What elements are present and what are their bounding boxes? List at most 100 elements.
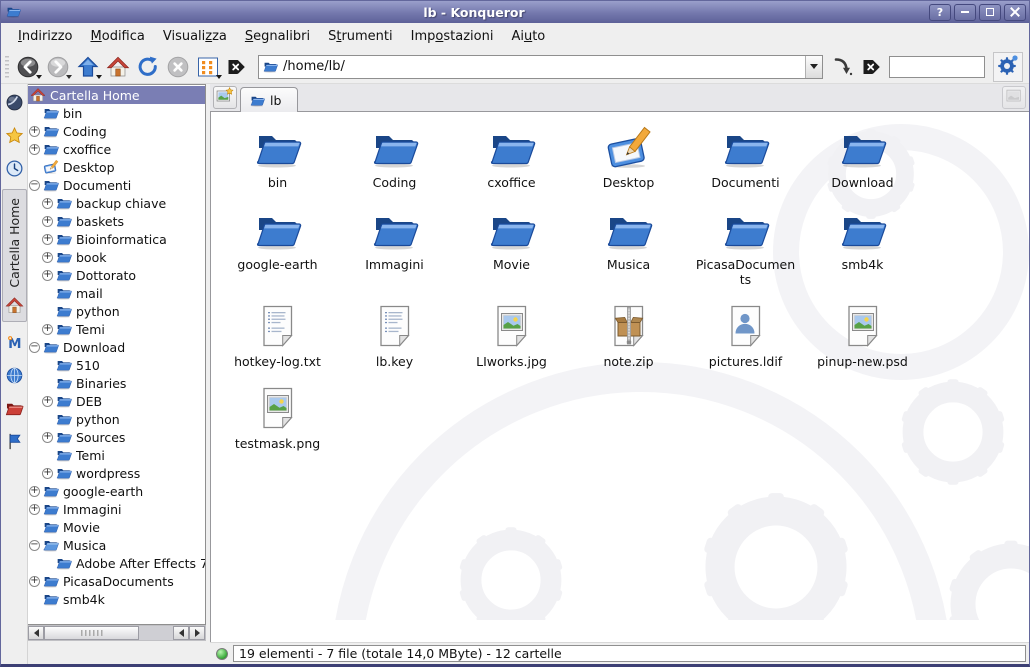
icon-view-button[interactable] bbox=[194, 53, 222, 81]
throbber-button[interactable] bbox=[993, 52, 1023, 82]
detach-tab-button[interactable] bbox=[1002, 86, 1026, 109]
file-item[interactable]: pictures.ldif bbox=[694, 303, 798, 369]
scroll-left-button-2[interactable] bbox=[173, 626, 189, 640]
tree-item[interactable]: +Immagini bbox=[28, 500, 205, 518]
file-item[interactable]: testmask.png bbox=[226, 385, 330, 451]
menu-segnalibri[interactable]: Segnalibri bbox=[236, 25, 319, 48]
back-button[interactable] bbox=[14, 53, 42, 81]
tree-expander[interactable]: + bbox=[42, 396, 53, 407]
menu-visualizza[interactable]: Visualizza bbox=[154, 25, 236, 48]
menu-modifica[interactable]: Modifica bbox=[82, 25, 154, 48]
file-item[interactable]: lb.key bbox=[343, 303, 447, 369]
file-item[interactable]: PicasaDocuments bbox=[694, 206, 798, 287]
tree-expander[interactable]: + bbox=[42, 270, 53, 281]
menu-impostazioni[interactable]: Impostazioni bbox=[402, 25, 503, 48]
location-value[interactable]: /home/lb/ bbox=[283, 59, 800, 74]
home-button[interactable] bbox=[104, 53, 132, 81]
menu-aiuto[interactable]: Aiuto bbox=[502, 25, 554, 48]
tree-expander[interactable]: + bbox=[42, 468, 53, 479]
file-item[interactable]: Movie bbox=[460, 206, 564, 287]
tree-item[interactable]: +DEB bbox=[28, 392, 205, 410]
tree-expander[interactable]: + bbox=[29, 576, 40, 587]
sidebar-tab-web[interactable] bbox=[2, 90, 26, 114]
close-button[interactable] bbox=[1004, 4, 1026, 21]
tree-expander[interactable]: − bbox=[29, 180, 40, 191]
tree-item[interactable]: Adobe After Effects 7 bbox=[28, 554, 205, 572]
sidebar-tab-metabar[interactable]: M bbox=[2, 331, 26, 355]
tree-item[interactable]: −Documenti bbox=[28, 176, 205, 194]
tree-expander[interactable]: + bbox=[29, 504, 40, 515]
maximize-button[interactable] bbox=[979, 4, 1001, 21]
tree-expander[interactable]: + bbox=[42, 198, 53, 209]
sidebar-tab-services[interactable] bbox=[2, 430, 26, 454]
scroll-left-button[interactable] bbox=[28, 626, 44, 640]
file-item[interactable]: bin bbox=[226, 124, 330, 190]
file-item[interactable]: google-earth bbox=[226, 206, 330, 287]
tree-expander[interactable]: + bbox=[42, 432, 53, 443]
search-input[interactable] bbox=[889, 56, 985, 78]
tree-item[interactable]: +backup chiave bbox=[28, 194, 205, 212]
file-item[interactable]: LIworks.jpg bbox=[460, 303, 564, 369]
stop-button[interactable] bbox=[164, 53, 192, 81]
file-item[interactable]: cxoffice bbox=[460, 124, 564, 190]
file-item[interactable]: smb4k bbox=[811, 206, 915, 287]
tree-item[interactable]: mail bbox=[28, 284, 205, 302]
tree-item[interactable]: Desktop bbox=[28, 158, 205, 176]
tree-item[interactable]: +Coding bbox=[28, 122, 205, 140]
location-dropdown-button[interactable] bbox=[805, 56, 822, 78]
tree-expander[interactable]: + bbox=[42, 216, 53, 227]
file-item[interactable]: Coding bbox=[343, 124, 447, 190]
scroll-right-button[interactable] bbox=[189, 626, 205, 640]
tree-item[interactable]: Movie bbox=[28, 518, 205, 536]
tree-expander[interactable]: − bbox=[29, 342, 40, 353]
file-item[interactable]: Desktop bbox=[577, 124, 681, 190]
tree-item[interactable]: +cxoffice bbox=[28, 140, 205, 158]
help-button[interactable]: ? bbox=[929, 4, 951, 21]
tree-item[interactable]: +book bbox=[28, 248, 205, 266]
menu-indirizzo[interactable]: Indirizzo bbox=[9, 25, 82, 48]
file-item[interactable]: Musica bbox=[577, 206, 681, 287]
tree-expander[interactable]: − bbox=[29, 540, 40, 551]
sidebar-horizontal-scrollbar[interactable] bbox=[28, 625, 206, 641]
new-tab-button[interactable] bbox=[213, 86, 237, 109]
file-item[interactable]: Documenti bbox=[694, 124, 798, 190]
tree-item[interactable]: +baskets bbox=[28, 212, 205, 230]
tree-item[interactable]: +wordpress bbox=[28, 464, 205, 482]
tree-item[interactable]: python bbox=[28, 302, 205, 320]
sidebar-tab-bookmarks[interactable] bbox=[2, 123, 26, 147]
view-tab[interactable]: lb bbox=[240, 87, 298, 112]
tree-item[interactable]: +Bioinformatica bbox=[28, 230, 205, 248]
up-button[interactable] bbox=[74, 53, 102, 81]
file-item[interactable]: hotkey-log.txt bbox=[226, 303, 330, 369]
tree-expander[interactable]: + bbox=[42, 234, 53, 245]
location-bar[interactable]: /home/lb/ bbox=[258, 55, 823, 79]
tree-item[interactable]: −Download bbox=[28, 338, 205, 356]
tree-expander[interactable]: + bbox=[29, 144, 40, 155]
tree-item[interactable]: +Temi bbox=[28, 320, 205, 338]
minimize-button[interactable] bbox=[954, 4, 976, 21]
sidebar-tab-history[interactable] bbox=[2, 156, 26, 180]
tree-item[interactable]: −Musica bbox=[28, 536, 205, 554]
tree-item[interactable]: +PicasaDocuments bbox=[28, 572, 205, 590]
sidebar-tab-root-folder[interactable] bbox=[2, 397, 26, 421]
tree-item[interactable]: Binaries bbox=[28, 374, 205, 392]
reload-button[interactable] bbox=[134, 53, 162, 81]
sidebar-tab-home-folder[interactable]: Cartella Home bbox=[2, 189, 27, 322]
file-item[interactable]: note.zip bbox=[577, 303, 681, 369]
forward-button[interactable] bbox=[44, 53, 72, 81]
tree-item[interactable]: Temi bbox=[28, 446, 205, 464]
tree-expander[interactable]: + bbox=[29, 126, 40, 137]
toolbar-handle[interactable] bbox=[5, 56, 9, 78]
clear-location-button[interactable] bbox=[224, 53, 252, 81]
tree-item[interactable]: +Sources bbox=[28, 428, 205, 446]
tree-expander[interactable]: + bbox=[42, 324, 53, 335]
sidebar-tab-network[interactable] bbox=[2, 364, 26, 388]
menu-strumenti[interactable]: Strumenti bbox=[319, 25, 402, 48]
tree-item[interactable]: smb4k bbox=[28, 590, 205, 608]
clear-search-button[interactable] bbox=[859, 53, 887, 81]
file-item[interactable]: Immagini bbox=[343, 206, 447, 287]
tree-item[interactable]: +Dottorato bbox=[28, 266, 205, 284]
file-item[interactable]: pinup-new.psd bbox=[811, 303, 915, 369]
go-button[interactable] bbox=[829, 53, 857, 81]
tree-item[interactable]: +google-earth bbox=[28, 482, 205, 500]
